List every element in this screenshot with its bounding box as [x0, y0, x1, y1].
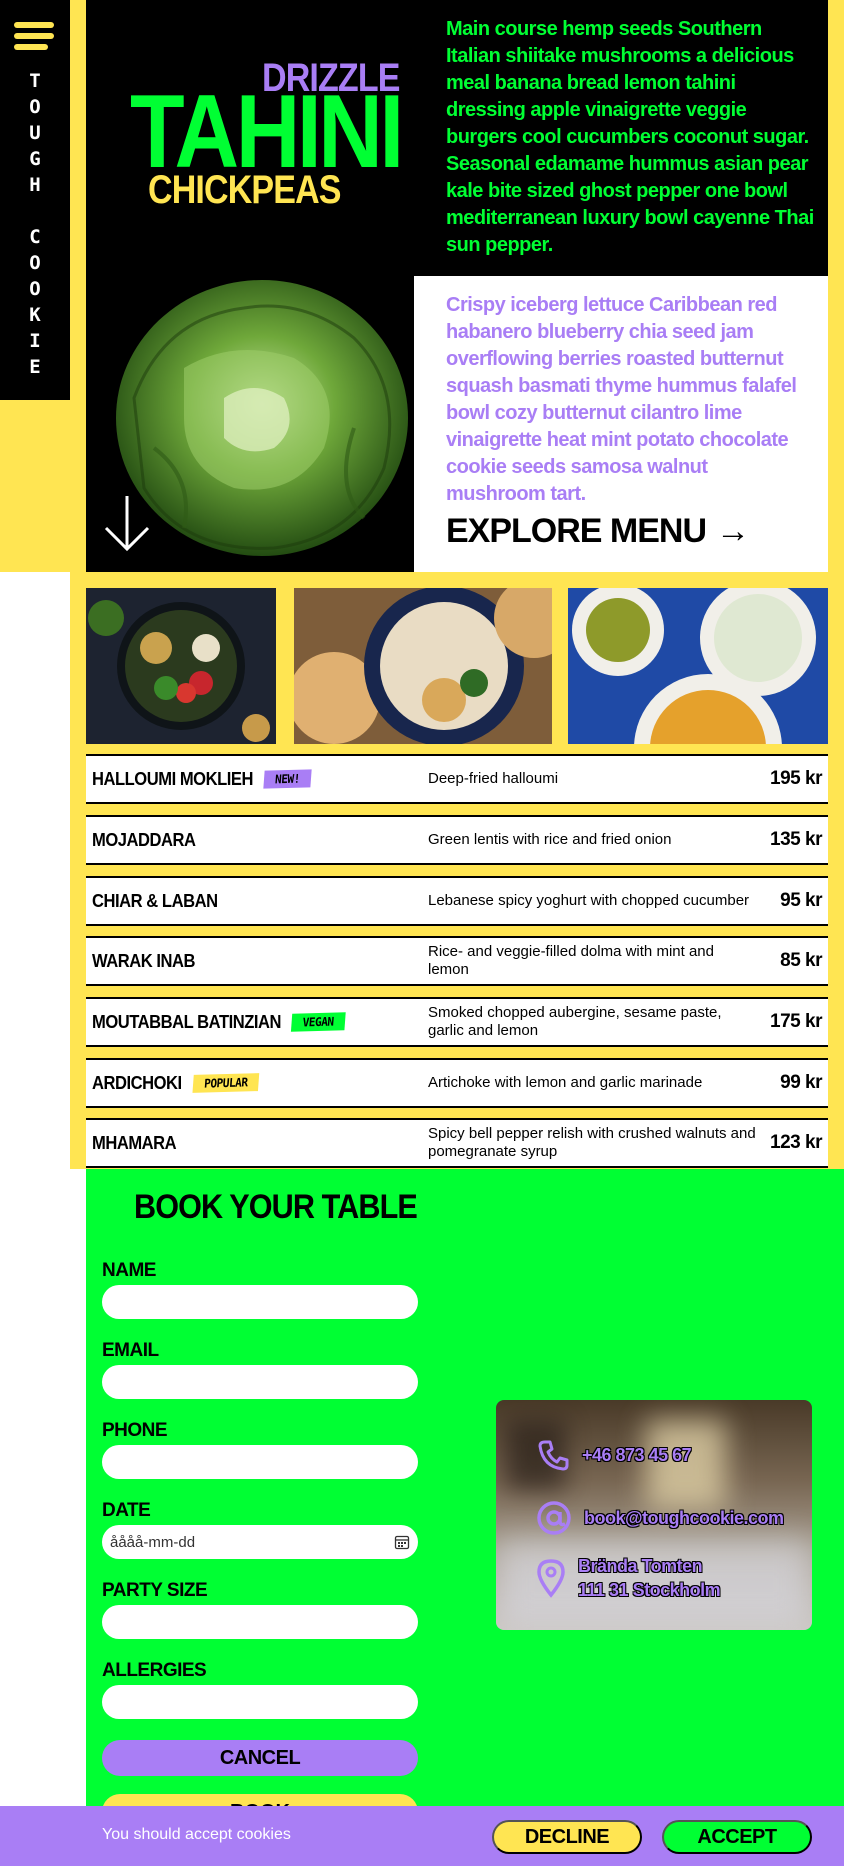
dips-photo — [568, 588, 828, 744]
menu-item-name: ARDICHOKI — [92, 1072, 182, 1093]
phone-field[interactable] — [102, 1445, 418, 1479]
hummus-bowl-photo — [294, 588, 552, 744]
salad-bowl-photo — [86, 588, 276, 744]
menu-item-name-group: CHIAR & LABAN — [92, 891, 218, 912]
scroll-down-arrow-icon[interactable] — [104, 494, 150, 552]
address-line-2: 111 31 Stockholm — [578, 1580, 721, 1600]
brand-letter: C — [29, 226, 41, 248]
date-placeholder: åååå-mm-dd — [110, 1533, 196, 1551]
email-field[interactable] — [102, 1365, 418, 1399]
menu-item-description: Green lentis with rice and fried onion — [428, 831, 672, 848]
brand-letter: G — [29, 148, 41, 170]
menu-item-price: 135 kr — [770, 829, 822, 850]
menu-item[interactable]: MOJADDARA Green lentis with rice and fri… — [86, 815, 828, 865]
address-line-1: Brända Tomten — [578, 1556, 703, 1576]
hamburger-menu-icon[interactable] — [14, 22, 54, 54]
booking-title: BOOK YOUR TABLE — [134, 1188, 418, 1226]
menu-item-name: WARAK INAB — [92, 950, 196, 971]
menu-item-name-group: WARAK INAB — [92, 950, 196, 972]
brand-letter: U — [29, 122, 41, 144]
menu-item[interactable]: MOUTABBAL BATINZIAN VEGAN Smoked chopped… — [86, 997, 828, 1047]
brand-letter: I — [29, 330, 41, 352]
menu-item-description: Deep-fried halloumi — [428, 770, 559, 787]
menu-item[interactable]: MHAMARA Spicy bell pepper relish with cr… — [86, 1118, 828, 1168]
menu-item-name-group: MHAMARA — [92, 1132, 177, 1154]
brand-letter: T — [29, 70, 41, 92]
date-field[interactable]: åååå-mm-dd — [102, 1525, 418, 1559]
brand-letter: O — [29, 252, 41, 274]
brand-letter: O — [29, 278, 41, 300]
decline-cookies-button[interactable]: DECLINE — [492, 1820, 642, 1854]
menu-item-price: 99 kr — [780, 1072, 822, 1093]
brand-letter: O — [29, 96, 41, 118]
menu-item-name-group: ARDICHOKI POPULAR — [92, 1072, 259, 1094]
cancel-button[interactable]: CANCEL — [102, 1740, 418, 1776]
menu-item-description: Rice- and veggie-filled dolma with mint … — [428, 943, 714, 978]
new-badge: NEW! — [263, 769, 312, 789]
menu-item-name: CHIAR & LABAN — [92, 890, 218, 911]
name-label: NAME — [102, 1260, 156, 1281]
email-label: EMAIL — [102, 1340, 159, 1361]
menu-item-name: MOUTABBAL BATINZIAN — [92, 1011, 282, 1032]
hero-description-green: Main course hemp seeds Southern Italian … — [446, 18, 814, 256]
party-size-field[interactable] — [102, 1605, 418, 1639]
date-label: DATE — [102, 1500, 151, 1521]
menu-item-price: 123 kr — [770, 1132, 822, 1153]
menu-item-description: Smoked chopped aubergine, sesame paste, … — [428, 1004, 722, 1039]
menu-item-description: Lebanese spicy yoghurt with chopped cucu… — [428, 892, 750, 909]
at-sign-icon — [537, 1501, 571, 1535]
hero-title-chickpeas: CHICKPEAS — [148, 168, 341, 212]
menu-item-name-group: MOJADDARA — [92, 830, 196, 851]
brand-letter: K — [29, 304, 41, 326]
menu-item[interactable]: ARDICHOKI POPULAR Artichoke with lemon a… — [86, 1058, 828, 1108]
phone-label: PHONE — [102, 1420, 168, 1441]
menu-item-name-group: MOUTABBAL BATINZIAN VEGAN — [92, 1011, 346, 1033]
contact-address-text: Brända Tomten 111 31 Stockholm — [578, 1554, 721, 1602]
calendar-icon[interactable] — [394, 1534, 410, 1550]
menu-item-name: MOJADDARA — [92, 829, 196, 850]
menu-item[interactable]: WARAK INAB Rice- and veggie-filled dolma… — [86, 936, 828, 986]
party-size-label: PARTY SIZE — [102, 1580, 208, 1601]
allergies-field[interactable] — [102, 1685, 418, 1719]
vegan-badge: VEGAN — [291, 1012, 346, 1032]
menu-item-name: MHAMARA — [92, 1132, 177, 1153]
hero-description-purple: Crispy iceberg lettuce Caribbean red hab… — [446, 294, 797, 505]
allergies-label: ALLERGIES — [102, 1660, 207, 1681]
contact-phone[interactable]: +46 873 45 67 — [536, 1438, 692, 1472]
menu-item[interactable]: CHIAR & LABAN Lebanese spicy yoghurt wit… — [86, 876, 828, 926]
popular-badge: POPULAR — [192, 1073, 259, 1093]
brand-letter: E — [29, 356, 41, 378]
location-pin-icon — [537, 1559, 565, 1598]
contact-phone-text: +46 873 45 67 — [582, 1444, 692, 1465]
menu-item-name-group: HALLOUMI MOKLIEH NEW! — [92, 768, 312, 790]
side-nav: T O U G H C O O K I E — [0, 0, 70, 400]
menu-item-price: 195 kr — [770, 768, 822, 789]
explore-menu-label: EXPLORE MENU — [446, 512, 707, 550]
menu-item-price: 95 kr — [780, 890, 822, 911]
menu-item[interactable]: HALLOUMI MOKLIEH NEW! Deep-fried halloum… — [86, 754, 828, 804]
menu-item-price: 175 kr — [770, 1011, 822, 1032]
accept-cookies-button[interactable]: ACCEPT — [662, 1820, 812, 1854]
contact-email-text: book@toughcookie.com — [584, 1507, 784, 1528]
explore-menu-link[interactable]: EXPLORE MENU → — [446, 512, 750, 551]
menu-item-description: Spicy bell pepper relish with crushed wa… — [428, 1125, 756, 1160]
menu-item-name: HALLOUMI MOKLIEH — [92, 768, 253, 789]
name-field[interactable] — [102, 1285, 418, 1319]
menu-item-description: Artichoke with lemon and garlic marinade — [428, 1074, 703, 1091]
menu-item-price: 85 kr — [780, 950, 822, 971]
hero-title-tahini: TAHINI — [130, 74, 404, 190]
brand-letter-spacer — [0, 198, 70, 224]
brand-logo[interactable]: T O U G H C O O K I E — [0, 68, 70, 380]
cookie-message: You should accept cookies — [102, 1826, 291, 1843]
contact-address[interactable]: Brända Tomten 111 31 Stockholm — [536, 1554, 721, 1602]
brand-letter: H — [29, 174, 41, 196]
phone-icon — [538, 1440, 569, 1471]
contact-email[interactable]: book@toughcookie.com — [536, 1500, 784, 1536]
arrow-right-icon: → — [716, 512, 750, 550]
